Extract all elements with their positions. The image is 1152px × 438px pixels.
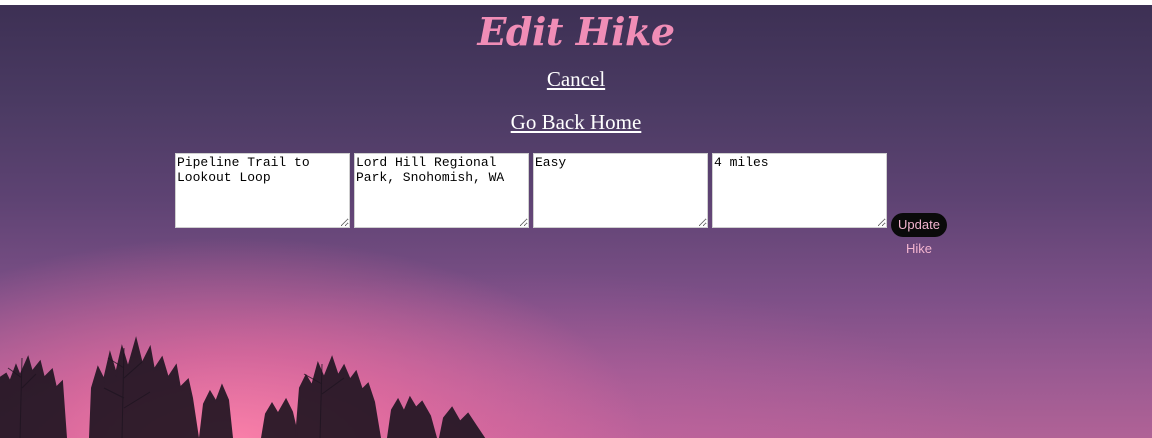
cancel-link-wrapper: Cancel — [0, 67, 1152, 92]
hike-distance-field[interactable]: 4 miles — [712, 153, 887, 228]
hike-difficulty-field[interactable]: Easy — [533, 153, 708, 228]
cancel-link[interactable]: Cancel — [547, 67, 605, 91]
update-hike-button[interactable]: Update Hike — [891, 213, 947, 256]
hike-location-field[interactable]: Lord Hill Regional Park, Snohomish, WA — [354, 153, 529, 228]
page-title: Edit Hike — [477, 9, 675, 54]
hike-name-field[interactable]: Pipeline Trail to Lookout Loop — [175, 153, 350, 228]
tree-silhouette-icon — [0, 336, 486, 438]
go-back-home-link[interactable]: Go Back Home — [511, 110, 642, 134]
home-link-wrapper: Go Back Home — [0, 110, 1152, 135]
